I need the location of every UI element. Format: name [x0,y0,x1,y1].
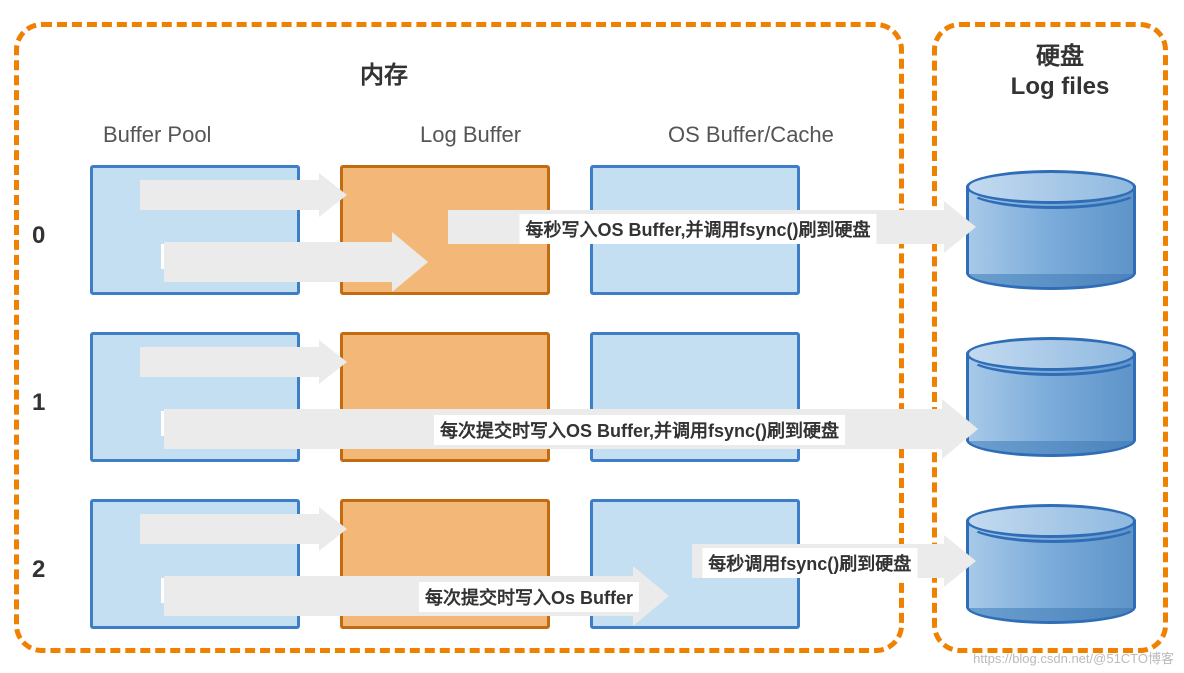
row-2-label: 2 [32,556,45,584]
arrow-dml-2 [140,514,323,544]
disk-title-line2: Log files [1011,73,1110,100]
col-log-buffer-label: Log Buffer [420,122,521,148]
arrow-row2-os-to-disk-label: 每秒调用fsync()刷到硬盘 [702,548,917,578]
row-0-label: 0 [32,222,45,250]
arrow-dml-1 [140,347,323,377]
disk-title: 硬盘 Log files [1000,42,1120,102]
col-os-buffer-label: OS Buffer/Cache [668,122,834,148]
memory-title: 内存 [360,55,408,90]
arrow-row1-label: 每次提交时写入OS Buffer,并调用fsync()刷到硬盘 [434,415,845,445]
arrow-row0-to-disk: 每秒写入OS Buffer,并调用fsync()刷到硬盘 [448,210,948,244]
disk-cylinder-2 [966,504,1136,624]
disk-title-line1: 硬盘 [1036,43,1084,70]
arrow-row2-os-to-disk: 每秒调用fsync()刷到硬盘 [692,544,948,578]
arrow-row0-label: 每秒写入OS Buffer,并调用fsync()刷到硬盘 [519,214,876,244]
arrow-row2-to-os-label: 每次提交时写入Os Buffer [419,582,639,612]
arrow-commit-2-to-os: 每次提交时写入Os Buffer [164,576,639,616]
watermark: https://blog.csdn.net/@51CTO博客 [973,648,1174,667]
arrow-commit-1-to-disk: 每次提交时写入OS Buffer,并调用fsync()刷到硬盘 [164,409,948,449]
row-1-label: 1 [32,389,45,417]
disk-cylinder-1 [966,337,1136,457]
col-buffer-pool-label: Buffer Pool [103,122,211,148]
arrow-dml-0 [140,180,323,210]
disk-cylinder-0 [966,170,1136,290]
arrow-commit-0 [164,242,398,282]
